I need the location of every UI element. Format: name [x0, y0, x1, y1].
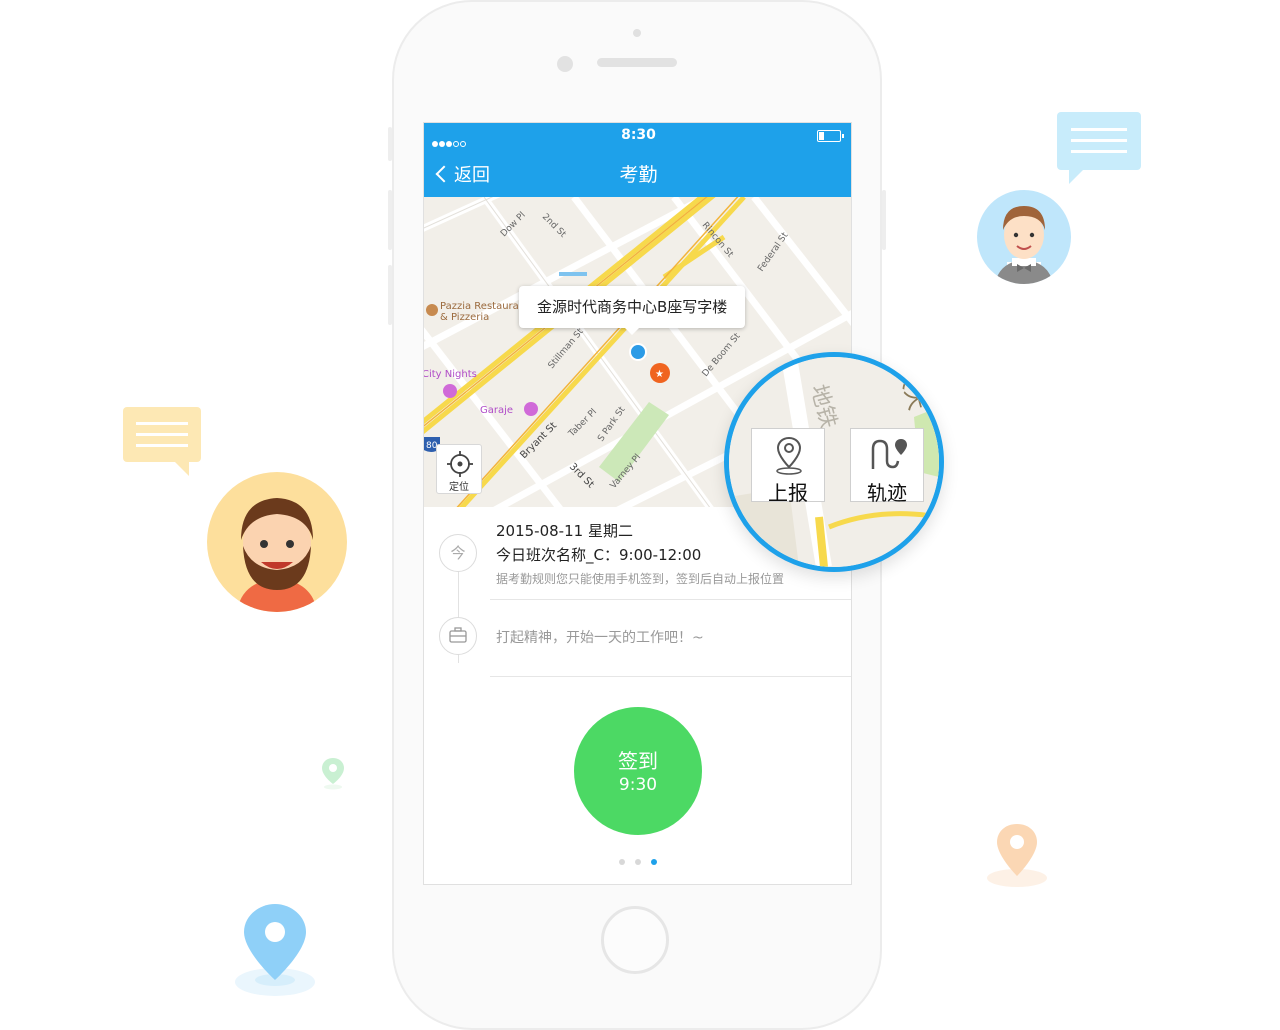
map-place-label: Garaje: [480, 405, 513, 416]
checkin-button[interactable]: 签到 9:30: [574, 707, 702, 835]
track-route-icon: [871, 439, 907, 469]
map-street-label: Stillman St: [547, 327, 586, 371]
map-street-label: Federal St: [756, 230, 790, 273]
map-place-label: & Pizzeria: [440, 312, 489, 323]
home-button[interactable]: [601, 906, 669, 974]
bearded-man-avatar: [207, 472, 347, 612]
report-label: 上报: [768, 481, 808, 505]
divider: [490, 676, 851, 677]
page-dot[interactable]: [635, 859, 641, 865]
page-title: 考勤: [619, 164, 658, 186]
page-dot-active[interactable]: [651, 859, 657, 865]
mute-switch: [388, 127, 392, 161]
proximity-sensor: [633, 29, 641, 37]
location-pin-icon: [232, 900, 318, 1000]
map-place-label: City Nights: [424, 369, 477, 380]
svg-text:★: ★: [655, 369, 664, 380]
status-time: 8:30: [621, 127, 656, 143]
power-button: [882, 190, 886, 250]
date-text: 2015-08-11 星期二: [496, 522, 633, 540]
motto-text: 打起精神，开始一天的工作吧！~: [496, 630, 704, 646]
volume-down-button: [388, 265, 392, 325]
chat-bubble-icon: [1057, 112, 1141, 184]
locate-icon: [447, 451, 473, 477]
man-avatar: [977, 190, 1071, 284]
track-button[interactable]: 轨迹: [850, 428, 924, 505]
locate-button[interactable]: 定位: [436, 444, 482, 494]
shift-text: 今日班次名称_C：9:00-12:00: [496, 546, 702, 564]
volume-up-button: [388, 190, 392, 250]
map-street-label: 2nd St: [540, 212, 568, 240]
checkin-time: 9:30: [618, 775, 658, 795]
report-pin-icon: [776, 436, 802, 475]
location-callout: 金源时代商务中心B座写字楼: [519, 286, 746, 335]
location-pin-icon: [320, 756, 346, 790]
status-bar: 8:30: [424, 123, 851, 147]
page-dot[interactable]: [619, 859, 625, 865]
map-street-label: Taber Pl: [566, 407, 599, 440]
front-camera: [557, 56, 573, 72]
magnifier-callout: 地铁 天大 上报 轨迹: [724, 352, 944, 572]
map-place-label: Pazzia Restaurant: [440, 301, 529, 312]
rule-text: 据考勤规则您只能使用手机签到，签到后自动上报位置: [496, 572, 785, 586]
battery-icon: [817, 130, 844, 142]
earpiece-speaker: [597, 58, 677, 67]
report-button[interactable]: 上报: [751, 428, 825, 505]
locate-label: 定位: [449, 482, 469, 493]
location-pin-icon: [985, 820, 1049, 890]
nav-bar: 返回 考勤: [424, 147, 851, 197]
divider: [490, 599, 851, 600]
briefcase-icon: [439, 617, 477, 655]
track-label: 轨迹: [867, 481, 907, 505]
current-location-dot: [629, 343, 647, 361]
chat-bubble-icon: [123, 407, 201, 476]
checkin-label: 签到: [618, 749, 658, 773]
today-icon: 今: [439, 534, 477, 572]
